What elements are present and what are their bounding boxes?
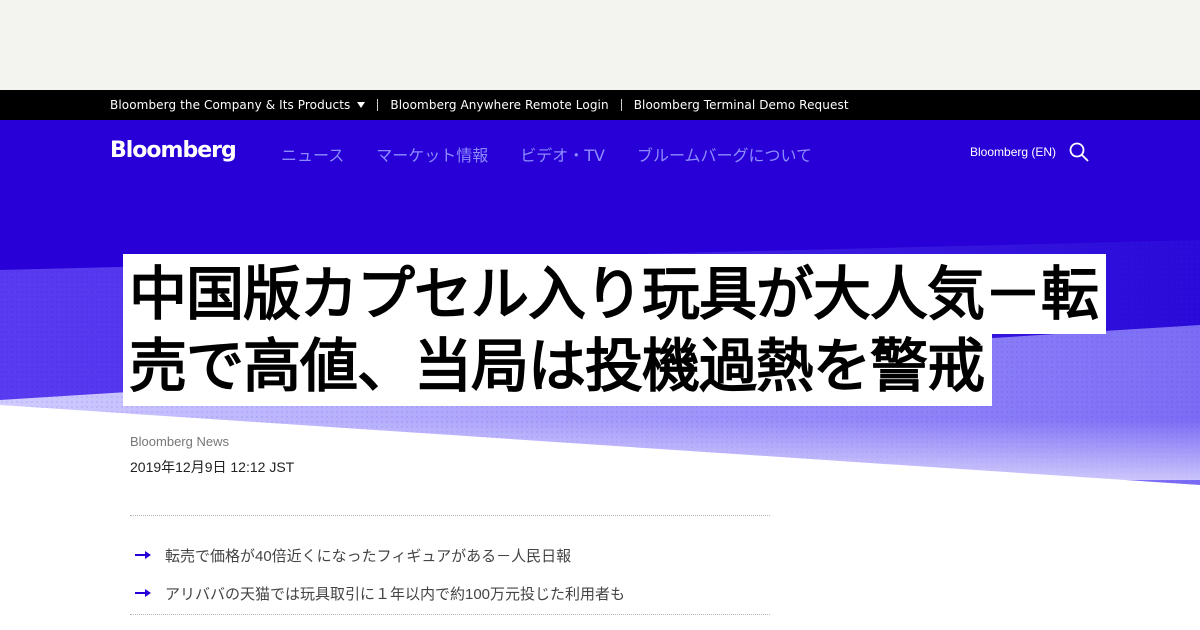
summary-text: 転売で価格が40倍近くになったフィギュアがある－人民日報 xyxy=(165,547,572,565)
search-icon[interactable] xyxy=(1069,142,1089,162)
bloomberg-logo[interactable]: Bloomberg xyxy=(110,138,237,163)
edition-switcher[interactable]: Bloomberg (EN) xyxy=(970,145,1056,159)
article-headline: 中国版カプセル入り玩具が大人気－転売で高値、当局は投機過熱を警戒 xyxy=(123,254,1113,406)
summary-text: アリババの天猫では玩具取引に１年以内で約100万元投じた利用者も xyxy=(165,585,626,603)
nav-item-news[interactable]: ニュース xyxy=(281,142,344,166)
list-item: 転売で価格が40倍近くになったフィギュアがある－人民日報 xyxy=(130,536,770,574)
arrow-right-icon xyxy=(135,551,151,559)
topbar-link-remote-login[interactable]: Bloomberg Anywhere Remote Login xyxy=(390,98,608,112)
article-date: 2019年12月9日 12:12 JST xyxy=(130,459,295,475)
corporate-topbar: Bloomberg the Company & Its Products Blo… xyxy=(0,90,1200,120)
topbar-divider xyxy=(377,99,379,111)
article-summary-list: 転売で価格が40倍近くになったフィギュアがある－人民日報 アリババの天猫では玩具… xyxy=(130,536,770,612)
ad-banner-area xyxy=(0,0,1200,90)
topbar-divider xyxy=(620,99,622,111)
divider xyxy=(130,614,770,615)
divider xyxy=(130,515,770,516)
article-byline: Bloomberg News xyxy=(130,434,229,449)
list-item: アリババの天猫では玩具取引に１年以内で約100万元投じた利用者も xyxy=(130,574,770,612)
nav-item-about[interactable]: ブルームバーグについて xyxy=(637,142,812,166)
arrow-right-icon xyxy=(135,589,151,597)
caret-down-icon xyxy=(357,102,366,108)
main-nav: ニュース マーケット情報 ビデオ・TV ブルームバーグについて xyxy=(281,142,844,166)
headline-text: 中国版カプセル入り玩具が大人気－転売で高値、当局は投機過熱を警戒 xyxy=(123,254,1107,406)
topbar-link-company[interactable]: Bloomberg the Company & Its Products xyxy=(110,98,366,112)
topbar-link-demo-request[interactable]: Bloomberg Terminal Demo Request xyxy=(634,98,849,112)
nav-item-markets[interactable]: マーケット情報 xyxy=(376,142,488,166)
nav-item-video-tv[interactable]: ビデオ・TV xyxy=(520,142,605,166)
